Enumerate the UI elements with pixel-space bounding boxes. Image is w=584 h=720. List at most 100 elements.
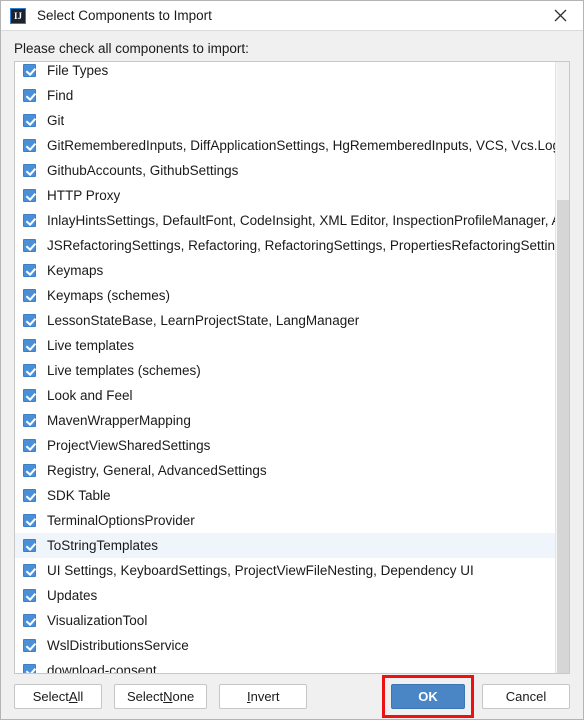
checkbox[interactable]	[23, 89, 36, 102]
list-item[interactable]: ProjectViewSharedSettings	[15, 433, 555, 458]
checkbox[interactable]	[23, 289, 36, 302]
select-none-button[interactable]: Select None	[114, 684, 208, 709]
list-item[interactable]: Keymaps (schemes)	[15, 283, 555, 308]
checkbox[interactable]	[23, 414, 36, 427]
list-item[interactable]: Live templates (schemes)	[15, 358, 555, 383]
list-item[interactable]: HTTP Proxy	[15, 183, 555, 208]
close-icon	[554, 9, 567, 22]
list-item-label: ProjectViewSharedSettings	[47, 438, 211, 453]
list-item[interactable]: File Types	[15, 62, 555, 83]
checkbox[interactable]	[23, 364, 36, 377]
list-item-label: InlayHintsSettings, DefaultFont, CodeIns…	[47, 213, 555, 228]
list-item[interactable]: ToStringTemplates	[15, 533, 555, 558]
list-item-label: Updates	[47, 588, 98, 603]
components-list[interactable]: File Types Find Git GitRememberedInputs, Di…	[15, 62, 555, 673]
checkbox[interactable]	[23, 589, 36, 602]
list-item-label: download-consent	[47, 663, 157, 673]
checkbox[interactable]	[23, 614, 36, 627]
checkbox[interactable]	[23, 314, 36, 327]
list-item-label: VisualizationTool	[47, 613, 148, 628]
scrollbar-track[interactable]	[557, 200, 569, 673]
select-all-label-pre: Select	[32, 689, 69, 704]
list-item-label: Look and Feel	[47, 388, 133, 403]
select-none-label-post: one	[172, 689, 195, 704]
list-scrollbar[interactable]	[555, 62, 569, 673]
list-item[interactable]: download-consent	[15, 658, 555, 673]
invert-button[interactable]: Invert	[219, 684, 308, 709]
list-item[interactable]: LessonStateBase, LearnProjectState, Lang…	[15, 308, 555, 333]
select-none-label-pre: Select	[127, 689, 164, 704]
checkbox[interactable]	[23, 489, 36, 502]
select-all-mnemonic: A	[68, 689, 78, 704]
list-item-label: GithubAccounts, GithubSettings	[47, 163, 239, 178]
invert-label-post: nvert	[250, 689, 280, 704]
dialog-titlebar: IJ Select Components to Import	[1, 1, 583, 31]
list-item-label: Keymaps (schemes)	[47, 288, 171, 303]
list-item[interactable]: SDK Table	[15, 483, 555, 508]
list-item-label: TerminalOptionsProvider	[47, 513, 195, 528]
checkbox[interactable]	[23, 639, 36, 652]
checkbox[interactable]	[23, 164, 36, 177]
dialog-button-bar: Select All Select None Invert OK Cancel	[1, 674, 583, 719]
list-item[interactable]: VisualizationTool	[15, 608, 555, 633]
list-item-label: JSRefactoringSettings, Refactoring, Refa…	[47, 238, 555, 253]
checkbox[interactable]	[23, 339, 36, 352]
list-item-label: Live templates	[47, 338, 135, 353]
ok-button[interactable]: OK	[391, 684, 465, 709]
list-item[interactable]: TerminalOptionsProvider	[15, 508, 555, 533]
list-item-label: UI Settings, KeyboardSettings, ProjectVi…	[47, 563, 474, 578]
list-item-label: Live templates (schemes)	[47, 363, 201, 378]
list-item-label: Git	[47, 113, 65, 128]
list-item[interactable]: Registry, General, AdvancedSettings	[15, 458, 555, 483]
checkbox[interactable]	[23, 189, 36, 202]
list-item-label: LessonStateBase, LearnProjectState, Lang…	[47, 313, 360, 328]
list-item[interactable]: Updates	[15, 583, 555, 608]
checkbox[interactable]	[23, 389, 36, 402]
checkbox[interactable]	[23, 439, 36, 452]
select-all-label-post: ll	[77, 689, 84, 704]
checkbox[interactable]	[23, 664, 36, 673]
list-item[interactable]: Keymaps	[15, 258, 555, 283]
list-item-label: MavenWrapperMapping	[47, 413, 191, 428]
list-item-label: ToStringTemplates	[47, 538, 159, 553]
list-item[interactable]: Live templates	[15, 333, 555, 358]
checkbox[interactable]	[23, 464, 36, 477]
list-item-label: Find	[47, 88, 74, 103]
list-item[interactable]: GitRememberedInputs, DiffApplicationSett…	[15, 133, 555, 158]
checkbox[interactable]	[23, 239, 36, 252]
list-item[interactable]: Git	[15, 108, 555, 133]
components-list-panel: File Types Find Git GitRememberedInputs, Di…	[14, 61, 570, 674]
checkbox[interactable]	[23, 564, 36, 577]
prompt-label: Please check all components to import:	[14, 41, 249, 56]
list-item[interactable]: JSRefactoringSettings, Refactoring, Refa…	[15, 233, 555, 258]
list-item[interactable]: MavenWrapperMapping	[15, 408, 555, 433]
list-item-label: Registry, General, AdvancedSettings	[47, 463, 267, 478]
list-item[interactable]: Find	[15, 83, 555, 108]
checkbox[interactable]	[23, 214, 36, 227]
list-item-label: GitRememberedInputs, DiffApplicationSett…	[47, 138, 555, 153]
intellij-idea-icon: IJ	[10, 7, 26, 24]
checkbox[interactable]	[23, 114, 36, 127]
list-item[interactable]: UI Settings, KeyboardSettings, ProjectVi…	[15, 558, 555, 583]
list-item[interactable]: WslDistributionsService	[15, 633, 555, 658]
checkbox[interactable]	[23, 539, 36, 552]
checkbox[interactable]	[23, 514, 36, 527]
dialog-title: Select Components to Import	[37, 8, 212, 23]
select-all-button[interactable]: Select All	[14, 684, 102, 709]
list-item[interactable]: Look and Feel	[15, 383, 555, 408]
list-item-label: SDK Table	[47, 488, 111, 503]
scrollbar-thumb[interactable]	[557, 62, 569, 200]
list-item[interactable]: GithubAccounts, GithubSettings	[15, 158, 555, 183]
checkbox[interactable]	[23, 139, 36, 152]
list-item-label: WslDistributionsService	[47, 638, 189, 653]
list-item-label: HTTP Proxy	[47, 188, 121, 203]
checkbox[interactable]	[23, 264, 36, 277]
list-item-label: Keymaps	[47, 263, 104, 278]
cancel-button[interactable]: Cancel	[482, 684, 570, 709]
checkbox[interactable]	[23, 64, 36, 77]
close-button[interactable]	[537, 1, 583, 30]
ok-button-annotation-box: OK	[382, 675, 474, 718]
list-item-label: File Types	[47, 63, 109, 78]
select-none-mnemonic: N	[163, 689, 173, 704]
list-item[interactable]: InlayHintsSettings, DefaultFont, CodeIns…	[15, 208, 555, 233]
